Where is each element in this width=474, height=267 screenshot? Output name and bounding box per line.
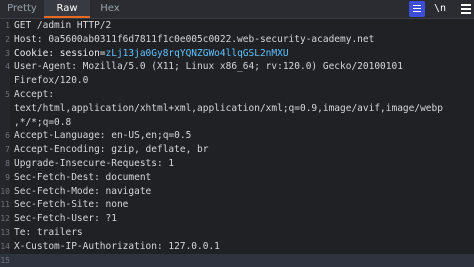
line-number: 4 xyxy=(5,62,10,72)
line-number: 5 xyxy=(5,89,10,99)
line-text: Accept: xyxy=(14,88,55,100)
request-editor[interactable]: 1 GET /admin HTTP/2 2 Host: 0a5600ab0311f6… xyxy=(0,19,474,267)
line-number: 9 xyxy=(5,172,10,182)
line-number: 12 xyxy=(0,214,10,224)
show-newlines-button[interactable]: \n xyxy=(434,1,452,17)
line-text: Sec-Fetch-User: ?1 xyxy=(14,213,117,225)
code-line: 13 Te: trailers xyxy=(0,226,474,240)
code-line: 6 Accept-Language: en-US,en;q=0.5 xyxy=(0,129,474,143)
line-number: 2 xyxy=(5,34,10,44)
line-number: 7 xyxy=(5,145,10,155)
line-text: GET /admin HTTP/2 xyxy=(14,20,112,31)
line-text: Sec-Fetch-Dest: document xyxy=(14,171,152,183)
code-line: 1 GET /admin HTTP/2 xyxy=(0,19,474,33)
tab-hex[interactable]: Hex xyxy=(90,0,130,18)
line-number: 1 xyxy=(5,21,10,30)
editor-tab-bar: Pretty Raw Hex \n xyxy=(0,0,474,19)
code-line-current: 15 xyxy=(0,253,474,267)
code-line: Firefox/120.0 xyxy=(0,74,474,88)
code-line: 3 Cookie: session=zLj13ja0Gy8rqYQNZGWo4ll… xyxy=(0,47,474,61)
code-line: 10 Sec-Fetch-Mode: navigate xyxy=(0,185,474,199)
line-text: Te: trailers xyxy=(14,226,83,238)
line-number: 13 xyxy=(0,227,10,237)
code-line: 2 Host: 0a5600ab0311f6d7811f1c0e005c0022.… xyxy=(0,33,474,47)
line-number: 14 xyxy=(0,241,10,251)
code-line: 4 User-Agent: Mozilla/5.0 (X11; Linux x86… xyxy=(0,60,474,74)
line-text: Host: 0a5600ab0311f6d7811f1c0e005c0022.w… xyxy=(14,33,375,45)
code-line: 11 Sec-Fetch-Site: none xyxy=(0,198,474,212)
message-actions-icon[interactable] xyxy=(409,1,425,17)
cookie-key: Cookie: session= xyxy=(14,47,106,59)
tab-pretty[interactable]: Pretty xyxy=(0,0,44,18)
cookie-value: zLj13ja0Gy8rqYQNZGWo4llqGSL2nMXU xyxy=(105,47,289,59)
line-text: Sec-Fetch-Site: none xyxy=(14,199,129,211)
line-number: 3 xyxy=(5,48,10,58)
line-number: 11 xyxy=(0,200,10,210)
tab-raw[interactable]: Raw xyxy=(44,0,90,18)
line-text: Upgrade-Insecure-Requests: 1 xyxy=(14,157,175,169)
line-text: text/html,application/xhtml+xml,applicat… xyxy=(14,102,443,114)
code-line: ,*/*;q=0.8 xyxy=(0,116,474,130)
line-text: User-Agent: Mozilla/5.0 (X11; Linux x86_… xyxy=(14,61,403,73)
line-number: 8 xyxy=(5,158,10,168)
line-text: Firefox/120.0 xyxy=(14,75,89,87)
code-line: 7 Accept-Encoding: gzip, deflate, br xyxy=(0,143,474,157)
code-line: 12 Sec-Fetch-User: ?1 xyxy=(0,212,474,226)
code-line: 9 Sec-Fetch-Dest: document xyxy=(0,171,474,185)
line-text: ,*/*;q=0.8 xyxy=(14,116,72,128)
line-text: Cookie: session=zLj13ja0Gy8rqYQNZGWo4llq… xyxy=(14,47,289,61)
line-number: 6 xyxy=(5,131,10,141)
code-line: 5 Accept: xyxy=(0,88,474,102)
line-number: 15 xyxy=(0,255,10,265)
line-number: 10 xyxy=(0,186,10,196)
line-text: Accept-Encoding: gzip, deflate, br xyxy=(14,144,209,156)
line-text: X-Custom-IP-Authorization: 127.0.0.1 xyxy=(14,240,220,252)
code-line: text/html,application/xhtml+xml,applicat… xyxy=(0,102,474,116)
line-text: Sec-Fetch-Mode: navigate xyxy=(14,185,152,197)
line-text: Accept-Language: en-US,en;q=0.5 xyxy=(14,130,192,142)
code-line: 14 X-Custom-IP-Authorization: 127.0.0.1 xyxy=(0,240,474,254)
menu-icon[interactable] xyxy=(460,1,472,17)
code-line: 8 Upgrade-Insecure-Requests: 1 xyxy=(0,157,474,171)
